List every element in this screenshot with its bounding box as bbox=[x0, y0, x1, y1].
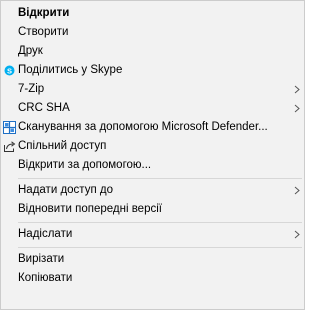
menu-item-label: Копіювати bbox=[18, 272, 73, 284]
menu-item-restore-versions[interactable]: Відновити попередні версії bbox=[1, 200, 304, 219]
menu-item-open[interactable]: Відкрити bbox=[1, 4, 304, 23]
menu-item-label: Створити bbox=[18, 26, 69, 38]
menu-item-label: Вирізати bbox=[18, 253, 65, 265]
menu-item-label: Друк bbox=[18, 45, 43, 57]
menu-item-label: Поділитись у Skype bbox=[18, 64, 123, 76]
menu-item-share-skype[interactable]: S Поділитись у Skype bbox=[1, 61, 304, 80]
menu-item-7zip[interactable]: 7-Zip bbox=[1, 80, 304, 99]
chevron-right-icon bbox=[294, 186, 300, 195]
menu-item-print[interactable]: Друк bbox=[1, 42, 304, 61]
menu-item-label: 7-Zip bbox=[18, 83, 45, 95]
menu-item-label: Відкрити за допомогою... bbox=[18, 159, 152, 171]
menu-item-label: CRC SHA bbox=[18, 102, 70, 114]
menu-item-crc-sha[interactable]: CRC SHA bbox=[1, 99, 304, 118]
defender-shield-icon bbox=[3, 121, 16, 134]
menu-item-send-to[interactable]: Надіслати bbox=[1, 225, 304, 244]
menu-item-label: Відкрити bbox=[18, 7, 70, 19]
menu-item-label: Сканування за допомогою Microsoft Defend… bbox=[18, 121, 268, 133]
menu-item-give-access[interactable]: Надати доступ до bbox=[1, 181, 304, 200]
menu-item-scan-defender[interactable]: Сканування за допомогою Microsoft Defend… bbox=[1, 118, 304, 137]
menu-separator bbox=[18, 178, 302, 179]
menu-item-create[interactable]: Створити bbox=[1, 23, 304, 42]
svg-text:S: S bbox=[7, 66, 12, 75]
menu-item-sharing[interactable]: Спільний доступ bbox=[1, 137, 304, 156]
chevron-right-icon bbox=[294, 230, 300, 239]
menu-item-label: Спільний доступ bbox=[18, 140, 107, 152]
menu-item-cut[interactable]: Вирізати bbox=[1, 250, 304, 269]
menu-item-open-with[interactable]: Відкрити за допомогою... bbox=[1, 156, 304, 175]
menu-item-label: Надіслати bbox=[18, 228, 73, 240]
menu-separator bbox=[18, 222, 302, 223]
menu-item-label: Надати доступ до bbox=[18, 184, 113, 196]
menu-item-copy[interactable]: Копіювати bbox=[1, 269, 304, 288]
chevron-right-icon bbox=[294, 85, 300, 94]
share-icon bbox=[4, 141, 16, 152]
skype-icon: S bbox=[4, 65, 15, 76]
menu-item-label: Відновити попередні версії bbox=[18, 203, 162, 215]
menu-separator bbox=[18, 247, 302, 248]
context-menu: Відкрити Створити Друк S Поділитись у Sk… bbox=[0, 0, 305, 310]
chevron-right-icon bbox=[294, 104, 300, 113]
